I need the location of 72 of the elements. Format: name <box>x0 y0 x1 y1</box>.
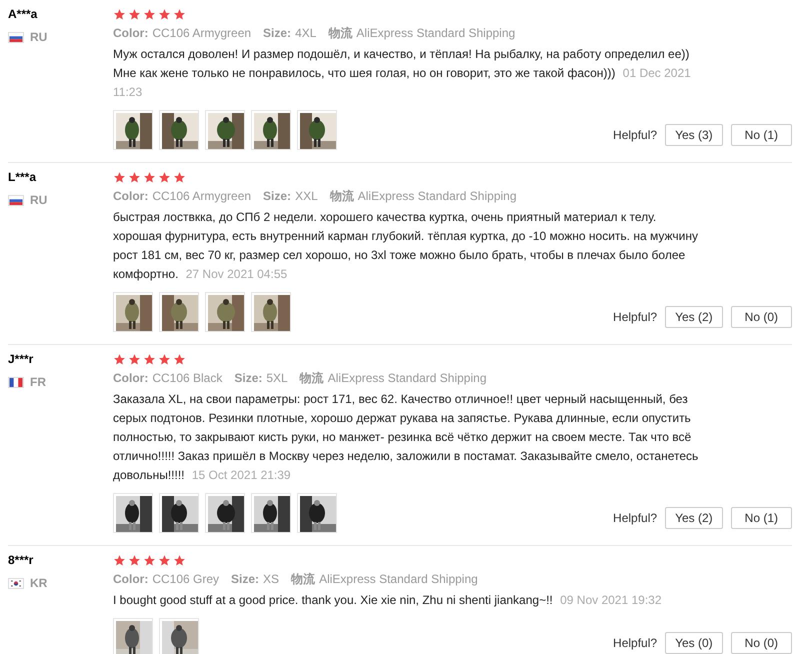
star-icon <box>158 353 171 366</box>
shipping-label: 物流 <box>291 571 316 588</box>
yes-vote-button[interactable]: Yes (2) <box>665 507 723 529</box>
color-label: Color: <box>113 571 148 588</box>
size-label: Size: <box>263 25 292 42</box>
color-label: Color: <box>113 25 148 42</box>
reviewer-name: A***a <box>8 6 38 22</box>
reviewer-name: J***r <box>8 351 34 367</box>
shipping-value: AliExpress Standard Shipping <box>328 370 486 387</box>
color-label: Color: <box>113 188 148 205</box>
size-label: Size: <box>263 188 292 205</box>
color-value: CC106 Armygreen <box>152 188 252 205</box>
reviewer-name: 8***r <box>8 552 34 568</box>
review-text: быстрая лоствкка, до СПб 2 недели. хорошего качества куртка, очень приятный материал к телу. хорошая фурнитура, есть внутренний карман глубокий. тёплая куртка, до -10 можно носить. на мужчину рост 181 см, вес 70 кг, размер сел хорошо, но 3xl тоже можно было брать, чтобы в плечах было более комфортно. 27 Nov 2021 04:55 <box>113 209 699 283</box>
no-vote-button[interactable]: No (0) <box>730 306 792 328</box>
star-icon <box>128 353 141 366</box>
star-icon <box>173 554 186 567</box>
yes-vote-button[interactable]: Yes (0) <box>665 632 723 654</box>
size-value: XXL <box>295 188 318 205</box>
star-icon <box>143 8 156 21</box>
star-icon <box>158 554 171 567</box>
star-icon <box>143 353 156 366</box>
star-icon <box>113 554 126 567</box>
size-value: 4XL <box>295 25 316 42</box>
helpful-label: Helpful? <box>613 127 658 144</box>
star-icon <box>173 353 186 366</box>
shipping-label: 物流 <box>328 25 352 42</box>
color-value: CC106 Armygreen <box>152 25 252 42</box>
yes-vote-button[interactable]: Yes (3) <box>665 124 723 146</box>
star-icon <box>143 171 156 184</box>
star-icon <box>128 171 141 184</box>
country-code: FR <box>30 374 46 391</box>
star-icon <box>173 8 186 21</box>
country-code: RU <box>30 192 48 209</box>
flag-icon <box>8 194 24 206</box>
flag-icon <box>8 578 24 588</box>
color-value: CC106 Black <box>152 370 222 387</box>
shipping-value: AliExpress Standard Shipping <box>356 25 516 42</box>
yes-vote-button[interactable]: Yes (2) <box>665 306 723 328</box>
star-icon <box>143 554 156 567</box>
size-value: 5XL <box>266 370 288 387</box>
shipping-value: AliExpress Standard Shipping <box>358 188 517 205</box>
no-vote-button[interactable]: No (1) <box>730 507 792 529</box>
no-vote-button[interactable]: No (0) <box>730 632 792 654</box>
helpful-label: Helpful? <box>613 309 658 326</box>
star-icon <box>173 171 186 184</box>
color-label: Color: <box>113 370 148 387</box>
no-vote-button[interactable]: No (1) <box>730 124 792 146</box>
star-icon <box>128 554 141 567</box>
size-label: Size: <box>234 370 262 387</box>
size-label: Size: <box>231 571 260 588</box>
country-code: KR <box>30 575 48 592</box>
shipping-label: 物流 <box>330 188 354 205</box>
star-icon <box>113 8 126 21</box>
star-icon <box>128 8 141 21</box>
color-value: CC106 Grey <box>152 571 220 588</box>
review-text: Муж остался доволен! И размер подошёл, и качество, и тёплая! На рыбалку, на работу определил ее)) Мне как жене только не понравилось, что шея голая, но он говорит, это же такой фасон))) 01 Dec 2021 11:23 <box>113 46 692 101</box>
star-icon <box>158 171 171 184</box>
flag-icon <box>8 376 24 388</box>
flag-icon <box>8 32 24 42</box>
country-code: RU <box>30 29 48 46</box>
star-icon <box>113 353 126 366</box>
star-icon <box>113 171 126 184</box>
size-value: XS <box>263 571 280 588</box>
review-text: Заказала XL, на свои параметры: рост 171, вес 62. Качество отличное!! цвет черный насыщенный, без серых подтонов. Резинки плотные, хорошо держат рукава на запястье. Рукава длинные, если опустить полностью, то закрывают кисть руки, но манжет- резинка всё чётко держит на своем месте. Так что всё отлично!!!!! Заказ пришёл в Москву через неделю, заложили в постамат. Заказывайте смело, останетесь довольны!!!!! 15 Oct 2021 21:39 <box>113 391 700 484</box>
shipping-value: AliExpress Standard Shipping <box>319 571 478 588</box>
helpful-label: Helpful? <box>613 635 658 652</box>
shipping-label: 物流 <box>300 370 324 387</box>
helpful-label: Helpful? <box>613 510 658 527</box>
reviewer-name: L***a <box>8 169 38 185</box>
review-text: I bought good stuff at a good price. thank you. Xie xie nin, Zhu ni shenti jiankang~!! 09 Nov 2021 19:32 <box>113 592 663 609</box>
star-icon <box>158 8 171 21</box>
